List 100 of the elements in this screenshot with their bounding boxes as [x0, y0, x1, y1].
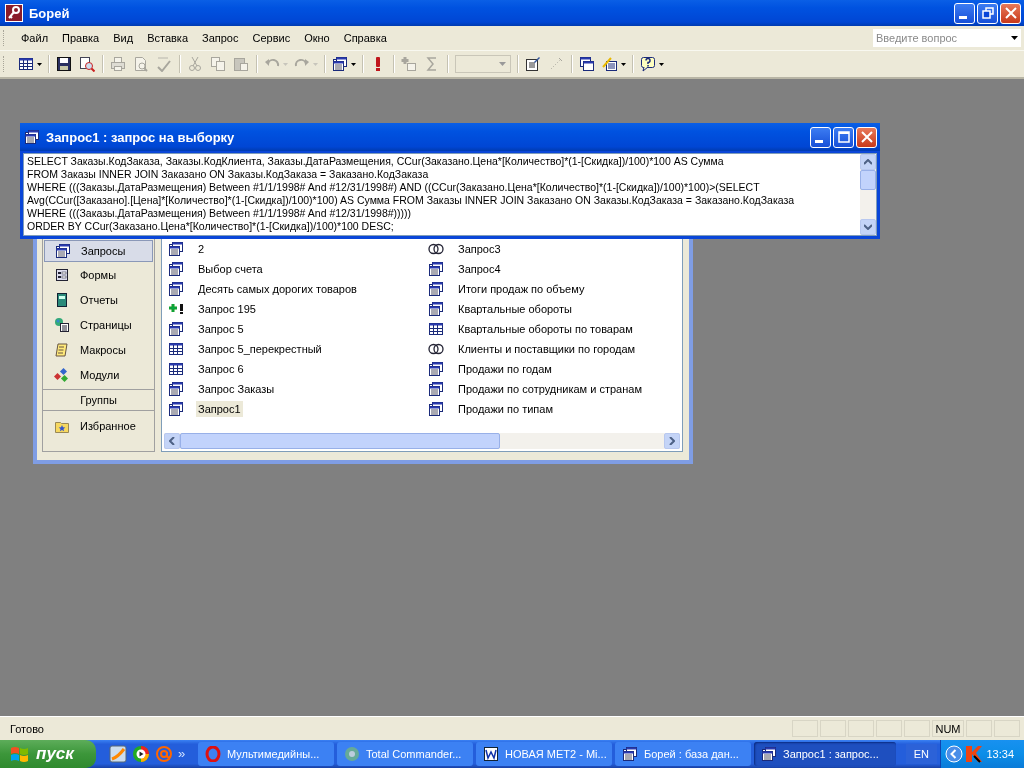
query-list-item[interactable]: Запрос 5	[196, 321, 246, 337]
union-query-icon	[428, 241, 444, 257]
question-dropdown-button[interactable]	[1007, 29, 1021, 47]
query-list-item[interactable]: Клиенты и поставщики по городам	[456, 341, 638, 357]
page-magnifier-icon	[133, 56, 149, 72]
letter-o-icon	[205, 746, 221, 762]
object-type-item[interactable]: Отчеты	[44, 287, 153, 312]
scroll-left-button[interactable]	[164, 433, 180, 449]
query-list-item[interactable]: Квартальные обороты по товарам	[456, 321, 635, 337]
minimize-button[interactable]	[954, 2, 975, 24]
new-object-icon	[602, 56, 618, 72]
close-icon	[860, 131, 873, 143]
question-field[interactable]: Введите вопрос	[873, 29, 1007, 47]
printer-icon	[110, 56, 126, 72]
select-query-icon	[428, 301, 444, 317]
select-query-icon	[428, 361, 444, 377]
query-list-item[interactable]: Десять самых дорогих товаров	[196, 281, 359, 297]
stacked-windows-icon	[332, 56, 348, 72]
query-list-item[interactable]: Продажи по годам	[456, 361, 554, 377]
query-list-item[interactable]: Запрос 6	[196, 361, 246, 377]
chevron-right-icon	[669, 437, 675, 445]
sql-editor[interactable]	[23, 153, 877, 236]
more-icons-button[interactable]: »	[178, 746, 186, 761]
union-query-icon	[428, 341, 444, 357]
select-query-icon	[428, 381, 444, 397]
restore-button[interactable]	[977, 2, 998, 24]
select-query-icon	[428, 281, 444, 297]
language-indicator[interactable]: EN	[905, 744, 937, 764]
maximize-icon	[837, 131, 850, 143]
query-list-item[interactable]: Запрос4	[456, 261, 503, 277]
chevron-left-icon	[169, 437, 175, 445]
database-window-icon	[579, 56, 595, 72]
query-list-item[interactable]: Выбор счета	[196, 261, 265, 277]
shield-k-icon[interactable]	[965, 745, 983, 763]
menu-item[interactable]: Файл	[15, 30, 57, 46]
sql-code-line: Avg(CCur([Заказано].[Цена]*[Количество]*(1-[Скидка])/100)*100) AS Сумма FROM Заказы INNER JOIN Заказано ON Заказы.КодЗаказа = Заказано.КодЗаказа	[27, 194, 796, 207]
object-type-item[interactable]: Избранное	[44, 413, 153, 438]
window-title: Борей	[29, 5, 71, 21]
select-query-icon	[168, 241, 184, 257]
query-list-item[interactable]: 2	[196, 241, 207, 257]
clipboard-icon	[233, 56, 249, 72]
taskbar-button[interactable]: Запрос1 : запрос...	[754, 742, 896, 766]
document-w-icon	[483, 746, 499, 762]
report-book-icon	[54, 291, 70, 308]
scroll-down-button[interactable]	[860, 219, 876, 235]
close-button[interactable]	[856, 126, 877, 148]
chevron-down-icon	[864, 224, 872, 230]
query-list-item[interactable]: Запрос1	[196, 401, 243, 417]
sql-code-line: WHERE (((Заказы.ДатаРазмещения) Between #1/1/1998# And #12/31/1998#)))))	[27, 207, 413, 220]
object-type-item[interactable]: Формы	[44, 262, 153, 287]
menu-item[interactable]: Запрос	[196, 30, 247, 46]
play-circle-icon[interactable]	[132, 745, 150, 763]
menu-item[interactable]: Правка	[56, 30, 108, 46]
query-list-item[interactable]: Итоги продаж по объему	[456, 281, 587, 297]
table-icon	[18, 56, 34, 72]
object-type-item[interactable]: Модули	[44, 362, 153, 387]
chart-icon[interactable]	[109, 745, 127, 763]
vertical-scrollbar[interactable]	[860, 154, 876, 235]
minimize-button[interactable]	[810, 126, 831, 148]
taskbar-button[interactable]: Борей : база дан...	[615, 742, 751, 766]
sql-code-line: WHERE (((Заказы.ДатаРазмещения) Between #1/1/1998# And #12/31/1998#) AND ((CCur(Заказано.Цена*[Количество]*(1-[Скидка])/100)*100)>(SELECT	[27, 181, 761, 194]
windows-flag-icon	[10, 745, 30, 763]
start-button[interactable]: пуск	[0, 740, 96, 768]
object-type-item[interactable]: Запросы	[44, 240, 153, 262]
scroll-right-button[interactable]	[664, 433, 680, 449]
status-text: Готово	[10, 722, 45, 735]
query-list-item[interactable]: Запрос3	[456, 241, 503, 257]
object-type-item[interactable]: Макросы	[44, 337, 153, 362]
menu-item[interactable]: Вставка	[141, 30, 196, 46]
scroll-thumb[interactable]	[860, 170, 876, 190]
menu-item[interactable]: Вид	[107, 30, 142, 46]
maximize-button[interactable]	[833, 126, 854, 148]
form-icon	[54, 266, 70, 283]
properties-sheet-icon	[525, 56, 541, 72]
dropdown-arrow-icon	[1010, 36, 1018, 40]
taskbar-button[interactable]: Мультимедийны...	[198, 742, 334, 766]
scroll-up-button[interactable]	[860, 154, 876, 170]
query-list-item[interactable]: Продажи по типам	[456, 401, 555, 417]
horizontal-scrollbar[interactable]	[164, 433, 680, 449]
scroll-thumb[interactable]	[180, 433, 500, 449]
search-icon	[79, 56, 95, 72]
dotted-wand-icon	[548, 56, 564, 72]
taskbar-button[interactable]: НОВАЯ МЕТ2 - Mi...	[476, 742, 612, 766]
close-button[interactable]	[1000, 2, 1021, 24]
menu-item[interactable]: Сервис	[246, 30, 299, 46]
groups-header-button[interactable]: Группы	[43, 389, 154, 411]
query-list-item[interactable]: Квартальные обороты	[456, 301, 574, 317]
taskbar-button[interactable]: Total Commander...	[337, 742, 473, 766]
window-title: Запрос1 : запрос на выборку	[46, 129, 236, 145]
object-type-item[interactable]: Страницы	[44, 312, 153, 337]
spellcheck-icon	[156, 56, 172, 72]
query-list-item[interactable]: Запрос Заказы	[196, 381, 277, 397]
query-list-item[interactable]: Запрос 195	[196, 301, 258, 317]
menu-item[interactable]: Окно	[298, 30, 338, 46]
chevron-left-icon[interactable]	[945, 745, 963, 763]
query-list-item[interactable]: Запрос 5_перекрестный	[196, 341, 324, 357]
key-icon	[5, 4, 23, 22]
crosstab-query-icon	[168, 361, 184, 377]
query-list-item[interactable]: Продажи по сотрудникам и странам	[456, 381, 644, 397]
menu-item[interactable]: Справка	[337, 30, 395, 46]
